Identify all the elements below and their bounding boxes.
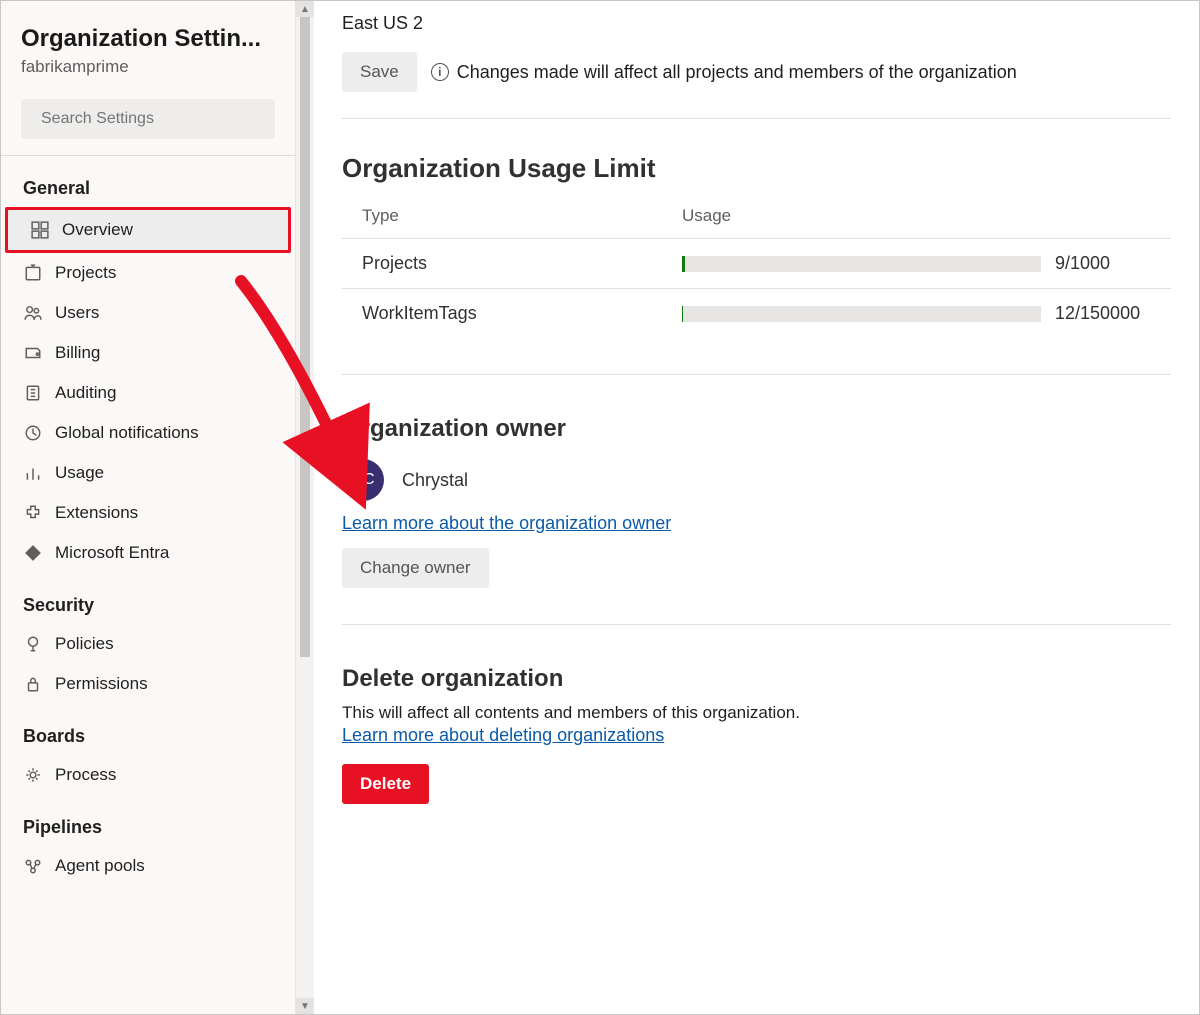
sidebar-header: Organization Settin... fabrikamprime: [1, 1, 295, 87]
scroll-down-button[interactable]: ▼: [296, 998, 314, 1014]
users-icon: [23, 304, 43, 322]
sidebar-group-pipelines: Pipelines: [1, 795, 295, 846]
sidebar-title: Organization Settin...: [21, 25, 275, 53]
col-usage: Usage: [682, 206, 731, 226]
sidebar-item-policies[interactable]: Policies: [1, 624, 295, 664]
entra-icon: [23, 544, 43, 562]
sidebar-item-process[interactable]: Process: [1, 755, 295, 795]
usage-value: 9/1000: [1041, 253, 1151, 274]
sidebar-item-label: Microsoft Entra: [55, 543, 169, 563]
sidebar-item-usage[interactable]: Usage: [1, 453, 295, 493]
sidebar-item-permissions[interactable]: Permissions: [1, 664, 295, 704]
save-button[interactable]: Save: [342, 52, 417, 92]
usage-row-workitemtags: WorkItemTags 12/150000: [342, 288, 1171, 338]
search-settings[interactable]: [21, 99, 275, 139]
sidebar-item-users[interactable]: Users: [1, 293, 295, 333]
sidebar-group-security: Security: [1, 573, 295, 624]
col-type: Type: [362, 206, 682, 226]
delete-learn-more-link[interactable]: Learn more about deleting organizations: [342, 725, 664, 746]
sidebar-item-label: Agent pools: [55, 856, 145, 876]
usage-limit-heading: Organization Usage Limit: [342, 153, 1171, 184]
sidebar-item-label: Usage: [55, 463, 104, 483]
annotation-box-overview: Overview: [5, 207, 291, 253]
sidebar-item-overview[interactable]: Overview: [8, 210, 288, 250]
agent-pools-icon: [23, 857, 43, 875]
sidebar-item-auditing[interactable]: Auditing: [1, 373, 295, 413]
sidebar-item-agent-pools[interactable]: Agent pools: [1, 846, 295, 886]
auditing-icon: [23, 384, 43, 402]
delete-text: This will affect all contents and member…: [342, 703, 1171, 723]
sidebar-item-label: Extensions: [55, 503, 138, 523]
owner-row: CC Chrystal: [342, 453, 1171, 513]
sidebar-item-billing[interactable]: Billing: [1, 333, 295, 373]
sidebar-item-label: Permissions: [55, 674, 148, 694]
sidebar-item-label: Auditing: [55, 383, 116, 403]
scroll-thumb[interactable]: [300, 17, 310, 657]
usage-icon: [23, 464, 43, 482]
sidebar-group-boards: Boards: [1, 704, 295, 755]
owner-heading: Organization owner: [342, 415, 1171, 443]
usage-type: WorkItemTags: [362, 303, 682, 324]
sidebar-item-extensions[interactable]: Extensions: [1, 493, 295, 533]
permissions-icon: [23, 675, 43, 693]
scroll-up-button[interactable]: ▲: [296, 1, 314, 17]
sidebar-item-global-notifications[interactable]: Global notifications: [1, 413, 295, 453]
usage-table-header: Type Usage: [342, 202, 1171, 238]
sidebar-item-label: Projects: [55, 263, 116, 283]
projects-icon: [23, 264, 43, 282]
sidebar-subtitle: fabrikamprime: [21, 57, 275, 77]
sidebar-item-label: Overview: [62, 220, 133, 240]
sidebar-group-general: General: [1, 156, 295, 207]
sidebar-item-label: Process: [55, 765, 116, 785]
usage-row-projects: Projects 9/1000: [342, 238, 1171, 288]
sidebar: Organization Settin... fabrikamprime Gen…: [1, 1, 296, 1014]
owner-name: Chrystal: [402, 470, 468, 491]
usage-type: Projects: [362, 253, 682, 274]
overview-icon: [30, 221, 50, 239]
extensions-icon: [23, 504, 43, 522]
usage-value: 12/150000: [1041, 303, 1151, 324]
sidebar-item-microsoft-entra[interactable]: Microsoft Entra: [1, 533, 295, 573]
sidebar-item-label: Users: [55, 303, 99, 323]
delete-button[interactable]: Delete: [342, 764, 429, 804]
notifications-icon: [23, 424, 43, 442]
usage-bar: [682, 306, 1041, 322]
region-label: East US 2: [342, 1, 1171, 34]
process-icon: [23, 766, 43, 784]
main-content: East US 2 Save i Changes made will affec…: [314, 1, 1199, 1014]
search-input[interactable]: [39, 109, 265, 129]
owner-avatar: CC: [342, 459, 384, 501]
policies-icon: [23, 635, 43, 653]
delete-heading: Delete organization: [342, 665, 1171, 693]
sidebar-item-label: Billing: [55, 343, 100, 363]
sidebar-item-projects[interactable]: Projects: [1, 253, 295, 293]
info-text: Changes made will affect all projects an…: [457, 62, 1017, 83]
info-icon: i: [431, 63, 449, 81]
billing-icon: [23, 344, 43, 362]
sidebar-item-label: Policies: [55, 634, 114, 654]
info-note: i Changes made will affect all projects …: [431, 62, 1017, 83]
change-owner-button[interactable]: Change owner: [342, 548, 489, 588]
scrollbar[interactable]: ▲ ▼: [296, 1, 314, 1014]
sidebar-item-label: Global notifications: [55, 423, 199, 443]
owner-learn-more-link[interactable]: Learn more about the organization owner: [342, 513, 671, 534]
usage-bar: [682, 256, 1041, 272]
